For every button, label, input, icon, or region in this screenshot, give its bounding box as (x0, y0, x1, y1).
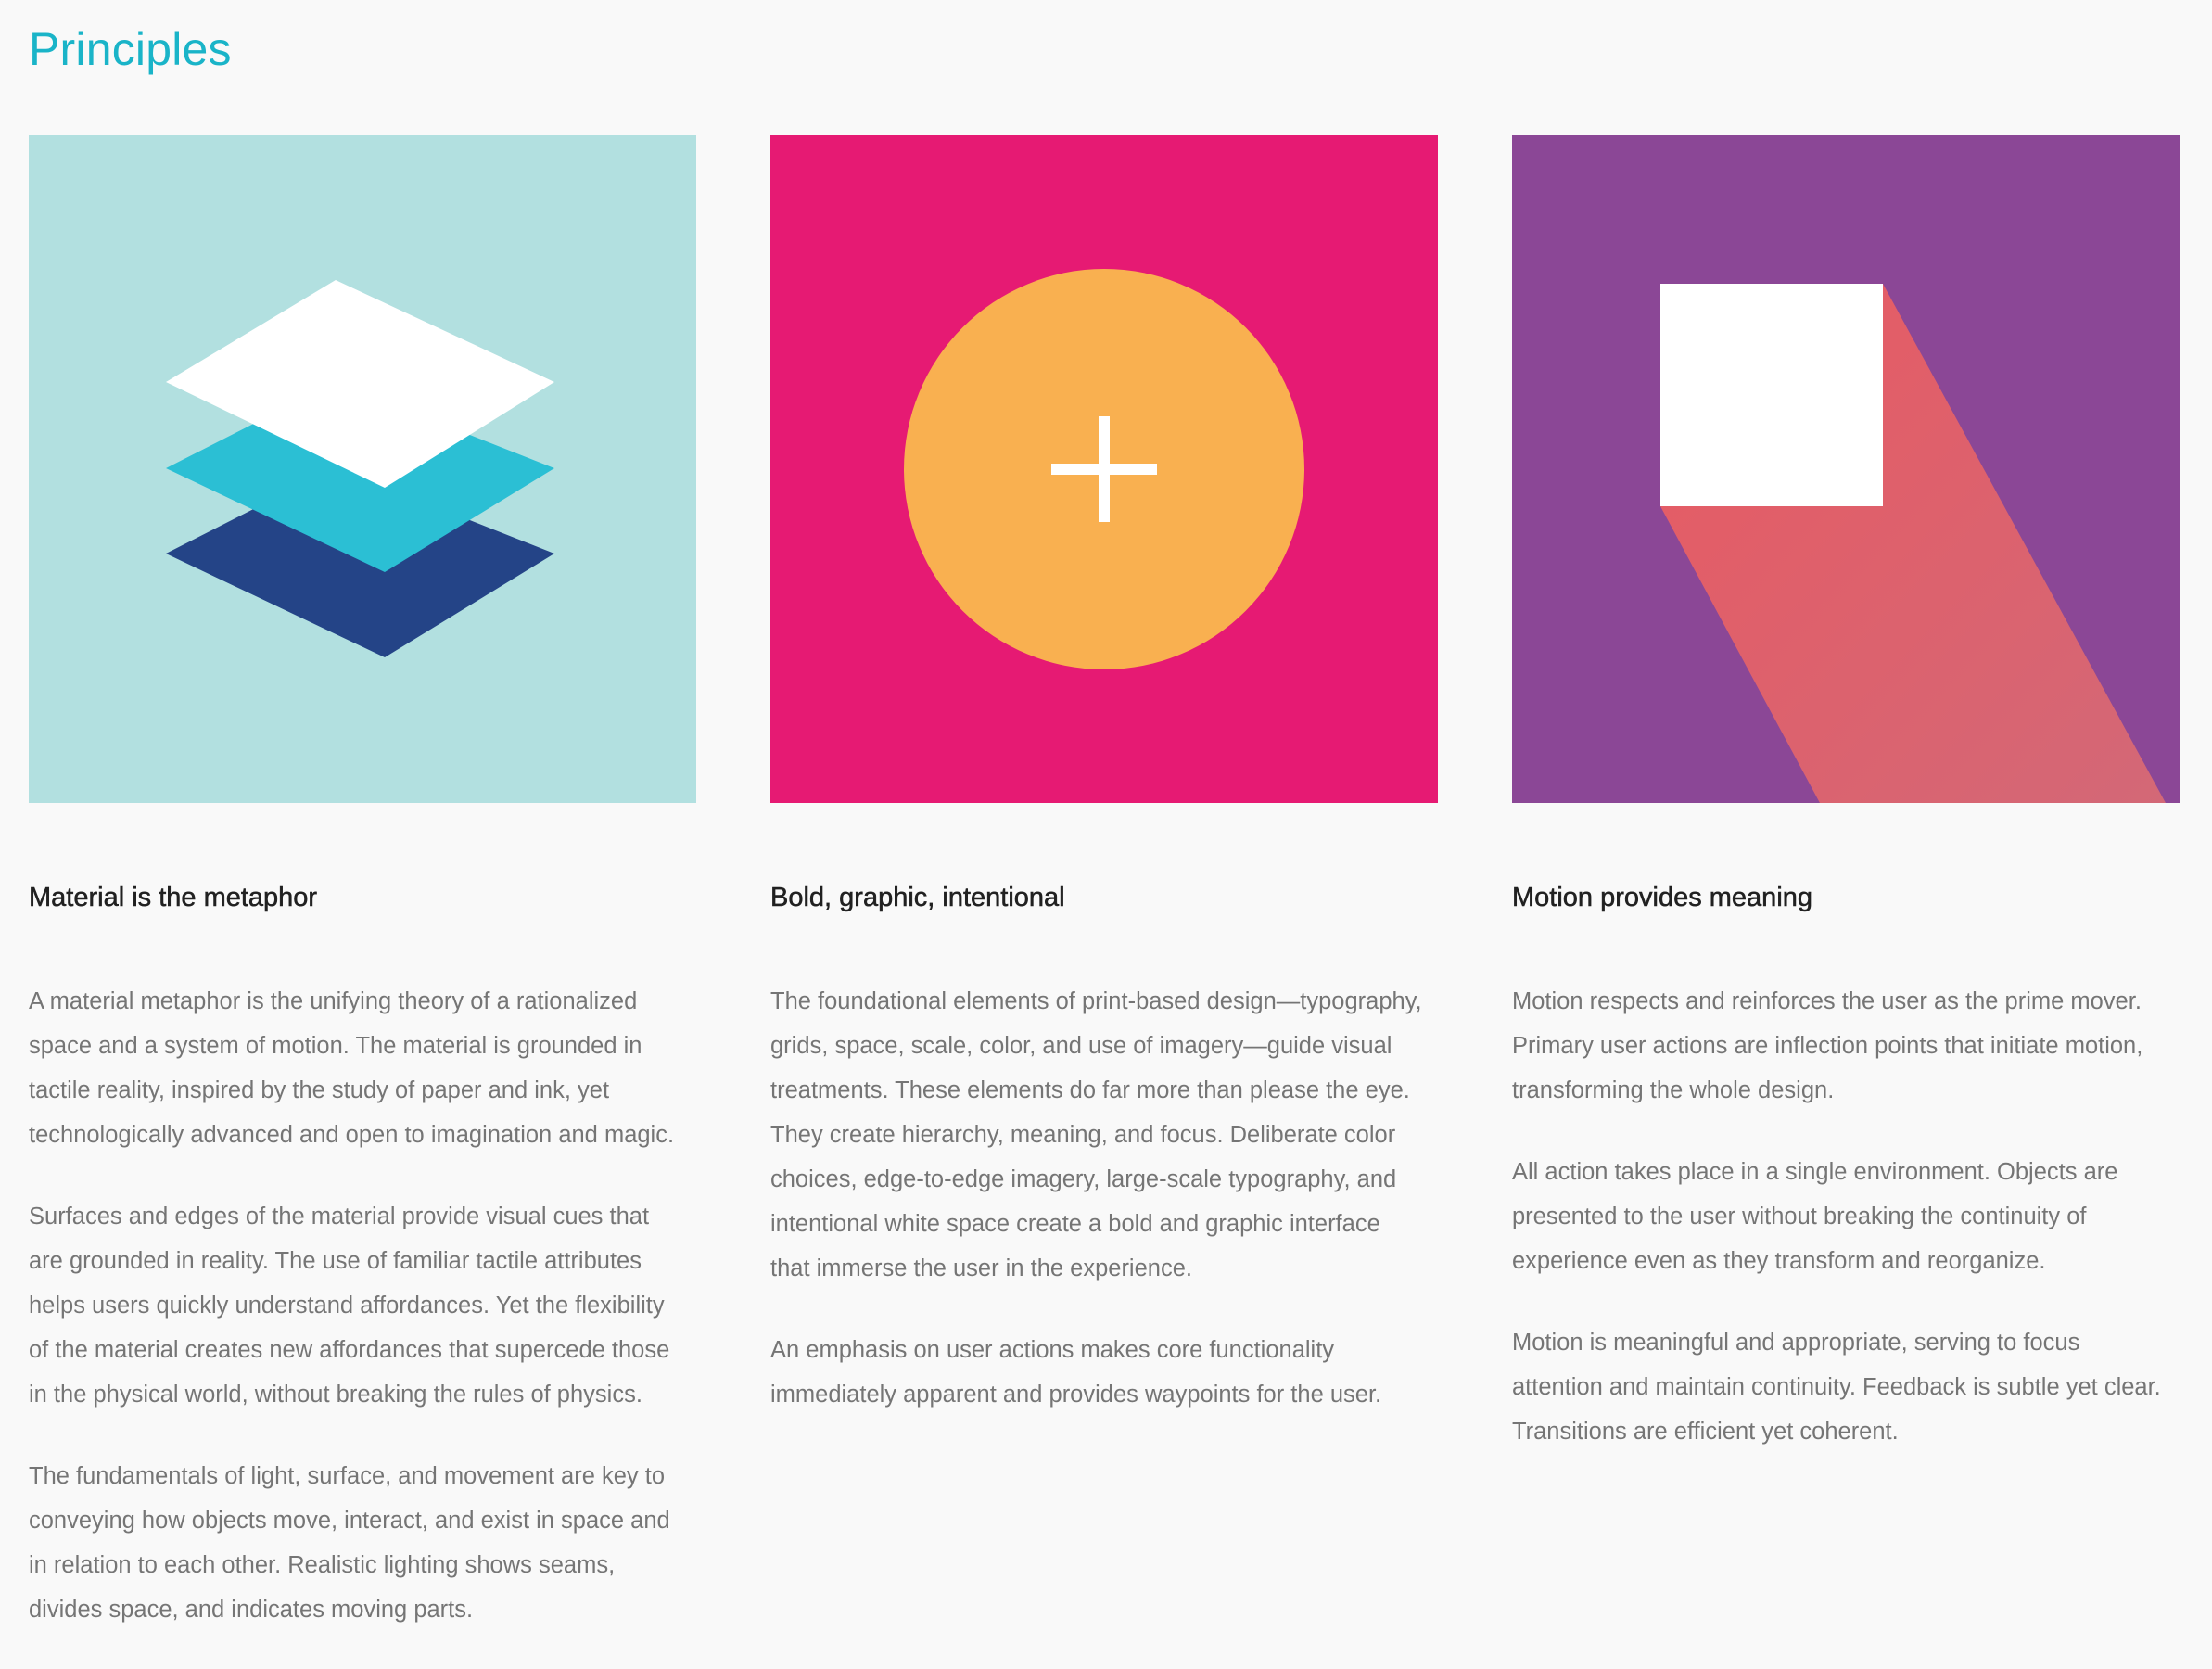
text-line: treatments. These elements do far more t… (770, 1077, 1410, 1103)
paragraph: All action takes place in a single envir… (1512, 1150, 2180, 1283)
text-line: that immerse the user in the experience. (770, 1255, 1192, 1281)
principle-body: The foundational elements of print-based… (770, 979, 1438, 1454)
paragraph: An emphasis on user actions makes core f… (770, 1328, 1438, 1417)
add-circle-icon (770, 135, 1438, 803)
text-line: All action takes place in a single envir… (1512, 1159, 2118, 1185)
principle-body: A material metaphor is the unifying theo… (29, 979, 696, 1669)
square-shadow-icon (1512, 135, 2180, 803)
text-line: tactile reality, inspired by the study o… (29, 1077, 610, 1103)
paragraph: Motion is meaningful and appropriate, se… (1512, 1320, 2180, 1454)
text-line: in relation to each other. Realistic lig… (29, 1552, 616, 1578)
paragraph: Motion respects and reinforces the user … (1512, 979, 2180, 1113)
text-line: An emphasis on user actions makes core f… (770, 1337, 1335, 1363)
page-title: Principles (29, 23, 232, 75)
text-line: experience even as they transform and re… (1512, 1248, 2046, 1274)
text-line: The fundamentals of light, surface, and … (29, 1463, 666, 1489)
text-line: A material metaphor is the unifying theo… (29, 988, 638, 1014)
text-line: presented to the user without breaking t… (1512, 1204, 2087, 1229)
principle-body: Motion respects and reinforces the user … (1512, 979, 2180, 1491)
principle-card-material-metaphor: Material is the metaphor A material meta… (29, 135, 696, 1623)
text-line: intentional white space create a bold an… (770, 1211, 1380, 1237)
text-line: helps users quickly understand affordanc… (29, 1293, 665, 1319)
text-line: Motion is meaningful and appropriate, se… (1512, 1330, 2080, 1356)
text-line: are grounded in reality. The use of fami… (29, 1248, 642, 1274)
text-line: immediately apparent and provides waypoi… (770, 1382, 1382, 1408)
text-line: They create hierarchy, meaning, and focu… (770, 1122, 1396, 1148)
illustration-bold-graphic (770, 135, 1438, 803)
text-line: in the physical world, without breaking … (29, 1382, 642, 1408)
text-line: The foundational elements of print-based… (770, 988, 1422, 1014)
text-line: Primary user actions are inflection poin… (1512, 1033, 2143, 1059)
text-line: space and a system of motion. The materi… (29, 1033, 642, 1059)
text-line: Surfaces and edges of the material provi… (29, 1204, 650, 1229)
text-line: technologically advanced and open to ima… (29, 1122, 675, 1148)
illustration-material-metaphor (29, 135, 696, 803)
text-line: conveying how objects move, interact, an… (29, 1508, 670, 1534)
principle-heading: Motion provides meaning (1512, 883, 1813, 913)
principle-card-bold-graphic: Bold, graphic, intentional The foundatio… (770, 135, 1438, 1408)
text-line: Transitions are efficient yet coherent. (1512, 1419, 1899, 1445)
layers-icon (29, 135, 696, 803)
text-line: choices, edge-to-edge imagery, large-sca… (770, 1166, 1397, 1192)
text-line: transforming the whole design. (1512, 1077, 1835, 1103)
paragraph: A material metaphor is the unifying theo… (29, 979, 696, 1157)
text-line: divides space, and indicates moving part… (29, 1597, 474, 1623)
text-line: grids, space, scale, color, and use of i… (770, 1033, 1392, 1059)
paragraph: Surfaces and edges of the material provi… (29, 1194, 696, 1417)
illustration-motion-meaning (1512, 135, 2180, 803)
principle-heading: Bold, graphic, intentional (770, 883, 1065, 913)
text-line: Motion respects and reinforces the user … (1512, 988, 2142, 1014)
principle-heading: Material is the metaphor (29, 883, 318, 913)
paragraph: The foundational elements of print-based… (770, 979, 1438, 1291)
text-line: attention and maintain continuity. Feedb… (1512, 1374, 2161, 1400)
principle-card-motion-meaning: Motion provides meaning Motion respects … (1512, 135, 2180, 1445)
text-line: of the material creates new affordances … (29, 1337, 670, 1363)
paragraph: The fundamentals of light, surface, and … (29, 1454, 696, 1632)
